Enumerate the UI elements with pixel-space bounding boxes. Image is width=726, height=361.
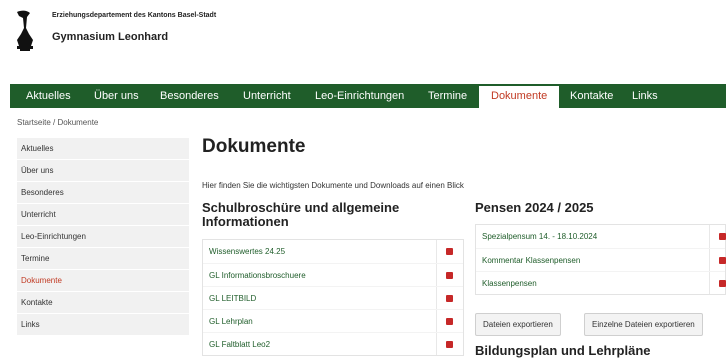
sidebar-item-links[interactable]: Links: [17, 314, 189, 336]
document-link[interactable]: Spezialpensum 14. - 18.10.2024: [482, 232, 597, 241]
document-list-pensen: Spezialpensum 14. - 18.10.2024 Kommentar…: [475, 224, 726, 295]
document-link[interactable]: Klassenpensen: [482, 279, 537, 288]
document-link[interactable]: GL Informationsbroschuere: [209, 271, 306, 280]
pdf-icon[interactable]: [446, 295, 453, 302]
basel-crest-logo[interactable]: [11, 10, 39, 52]
document-list-schulbroschuere: Wissenswertes 24.25 GL Informationsbrosc…: [202, 239, 464, 356]
document-link[interactable]: Wissenswertes 24.25: [209, 247, 285, 256]
site-header: Erziehungsdepartement des Kantons Basel-…: [0, 0, 726, 78]
list-item[interactable]: GL Lehrplan: [203, 309, 463, 332]
sidebar-item-ueber-uns[interactable]: Über uns: [17, 160, 189, 182]
pdf-icon[interactable]: [719, 233, 726, 240]
pdf-icon[interactable]: [446, 248, 453, 255]
nav-item-unterricht[interactable]: Unterricht: [243, 84, 291, 108]
nav-item-leo-einrichtungen[interactable]: Leo-Einrichtungen: [315, 84, 404, 108]
section-title-pensen: Pensen 2024 / 2025: [475, 200, 594, 215]
section-title-schulbroschuere: Schulbroschüre und allgemeine Informatio…: [202, 200, 400, 229]
sidebar-item-dokumente[interactable]: Dokumente: [17, 270, 189, 292]
nav-item-besonderes[interactable]: Besonderes: [160, 84, 219, 108]
pdf-icon[interactable]: [719, 280, 726, 287]
pdf-icon[interactable]: [446, 341, 453, 348]
sidebar-item-leo-einrichtungen[interactable]: Leo-Einrichtungen: [17, 226, 189, 248]
list-item[interactable]: Wissenswertes 24.25: [203, 240, 463, 263]
main-nav: Aktuelles Über uns Besonderes Unterricht…: [10, 84, 726, 108]
nav-item-dokumente[interactable]: Dokumente: [479, 84, 560, 108]
list-item[interactable]: Spezialpensum 14. - 18.10.2024: [476, 225, 726, 248]
pdf-icon[interactable]: [446, 272, 453, 279]
list-item[interactable]: GL Informationsbroschuere: [203, 263, 463, 286]
sidebar-item-besonderes[interactable]: Besonderes: [17, 182, 189, 204]
nav-item-links[interactable]: Links: [632, 84, 658, 108]
document-link[interactable]: GL Faltblatt Leo2: [209, 340, 270, 349]
sidebar-item-aktuelles[interactable]: Aktuelles: [17, 138, 189, 160]
breadcrumb[interactable]: Startseite / Dokumente: [17, 118, 98, 127]
sidebar-item-kontakte[interactable]: Kontakte: [17, 292, 189, 314]
list-item[interactable]: Kommentar Klassenpensen: [476, 248, 726, 271]
sidebar-item-termine[interactable]: Termine: [17, 248, 189, 270]
nav-item-aktuelles[interactable]: Aktuelles: [26, 84, 71, 108]
intro-text: Hier finden Sie die wichtigsten Dokument…: [202, 181, 464, 190]
nav-item-termine[interactable]: Termine: [428, 84, 467, 108]
document-link[interactable]: Kommentar Klassenpensen: [482, 256, 580, 265]
list-item[interactable]: Klassenpensen: [476, 271, 726, 294]
list-item[interactable]: GL LEITBILD: [203, 286, 463, 309]
section-title-bildungsplan: Bildungsplan und Lehrpläne: [475, 343, 651, 358]
school-name[interactable]: Gymnasium Leonhard: [52, 31, 168, 43]
pdf-icon[interactable]: [719, 257, 726, 264]
pdf-icon[interactable]: [446, 318, 453, 325]
department-name: Erziehungsdepartement des Kantons Basel-…: [52, 12, 217, 19]
export-files-button[interactable]: Dateien exportieren: [475, 313, 561, 336]
sidebar-item-unterricht[interactable]: Unterricht: [17, 204, 189, 226]
page-title: Dokumente: [202, 136, 306, 157]
sidebar-nav: Aktuelles Über uns Besonderes Unterricht…: [17, 138, 189, 336]
document-link[interactable]: GL Lehrplan: [209, 317, 253, 326]
nav-item-ueber-uns[interactable]: Über uns: [94, 84, 139, 108]
nav-item-kontakte[interactable]: Kontakte: [570, 84, 613, 108]
export-single-files-button[interactable]: Einzelne Dateien exportieren: [584, 313, 703, 336]
document-link[interactable]: GL LEITBILD: [209, 294, 256, 303]
list-item[interactable]: GL Faltblatt Leo2: [203, 332, 463, 355]
